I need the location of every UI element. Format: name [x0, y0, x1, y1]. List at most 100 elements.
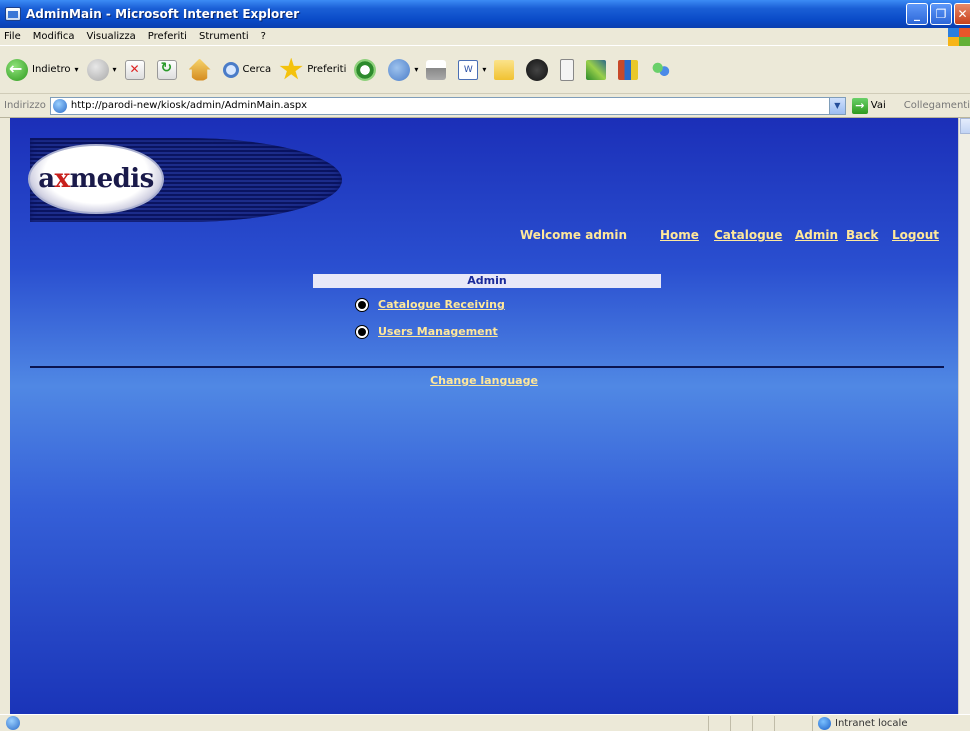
stop-button[interactable] — [124, 59, 149, 80]
security-zone: Intranet locale — [818, 717, 908, 730]
close-button[interactable]: ✕ — [954, 3, 970, 25]
toolbar: Indietro ▾ ▾ Cerca Preferiti ▾ W ▾ — [0, 46, 970, 94]
minimize-button[interactable]: _ — [906, 3, 928, 25]
search-button[interactable]: Cerca — [222, 61, 272, 78]
nav-logout-link[interactable]: Logout — [892, 228, 939, 242]
edit-button[interactable]: W ▾ — [458, 59, 486, 80]
logo-text-a: a — [38, 164, 55, 194]
window-title: AdminMain - Microsoft Internet Explorer — [26, 7, 300, 21]
catalogue-receiving-link[interactable]: Catalogue Receiving — [378, 298, 505, 311]
change-language-row: Change language — [10, 374, 958, 387]
address-label: Indirizzo — [4, 100, 46, 111]
bullet-icon — [356, 298, 368, 311]
status-pane — [752, 716, 753, 731]
restore-button[interactable]: ❐ — [930, 3, 952, 25]
axmedis-logo: axmedis — [28, 144, 164, 214]
home-button[interactable] — [188, 58, 215, 81]
status-pane — [708, 716, 709, 731]
page-icon — [52, 98, 67, 113]
go-arrow-icon: → — [851, 97, 868, 114]
refresh-icon — [156, 59, 177, 80]
status-pane — [812, 716, 813, 731]
globe-icon — [818, 717, 831, 730]
window-title-bar: AdminMain - Microsoft Internet Explorer … — [0, 0, 970, 28]
chevron-down-icon[interactable]: ▾ — [113, 65, 117, 74]
nav-back-link[interactable]: Back — [846, 228, 878, 242]
history-icon — [354, 58, 377, 81]
favorites-label: Preferiti — [307, 64, 347, 75]
menu-strumenti[interactable]: Strumenti — [199, 31, 249, 42]
links-button[interactable]: Collegamenti — [904, 100, 970, 111]
menu-help[interactable]: ? — [261, 31, 266, 42]
search-icon — [222, 61, 239, 78]
logo-text: axmedis — [38, 164, 154, 194]
folder-button[interactable] — [494, 59, 518, 80]
stop-icon — [124, 59, 145, 80]
chevron-down-icon[interactable]: ▾ — [414, 65, 418, 74]
logo-text-medis: medis — [69, 164, 155, 194]
vertical-scrollbar[interactable] — [958, 118, 970, 714]
ie-window-icon[interactable] — [5, 7, 21, 21]
go-label: Vai — [870, 100, 886, 111]
forward-button[interactable]: ▾ — [86, 58, 117, 81]
chevron-down-icon[interactable]: ▼ — [828, 97, 845, 114]
word-icon: W — [458, 59, 479, 80]
printer-icon — [426, 59, 447, 80]
back-arrow-icon — [6, 58, 28, 81]
messenger-button[interactable] — [650, 58, 676, 81]
x-circle-icon — [526, 58, 549, 81]
divider — [30, 366, 944, 368]
page-content: axmedis Welcome admin Home Catalogue Adm… — [10, 118, 958, 714]
tool-x-button[interactable] — [526, 58, 552, 81]
bullet-icon — [356, 325, 368, 338]
nav-admin-link[interactable]: Admin — [795, 228, 838, 242]
admin-section-header: Admin — [313, 274, 661, 288]
favorites-button[interactable]: Preferiti — [279, 57, 347, 82]
status-bar: Intranet locale — [0, 714, 970, 731]
address-url[interactable]: http://parodi-new/kiosk/admin/AdminMain.… — [71, 100, 307, 111]
nav-home-link[interactable]: Home — [660, 228, 699, 242]
menu-preferiti[interactable]: Preferiti — [148, 31, 187, 42]
back-button[interactable]: Indietro ▾ — [6, 58, 79, 81]
document-icon — [560, 58, 575, 81]
forward-arrow-icon — [86, 58, 109, 81]
document-button[interactable] — [560, 58, 578, 81]
nav-catalogue-link[interactable]: Catalogue — [714, 228, 782, 242]
pro-button[interactable] — [586, 59, 610, 80]
address-bar: Indirizzo http://parodi-new/kiosk/admin/… — [0, 94, 970, 118]
folder-icon — [494, 59, 515, 80]
windows-logo-icon — [948, 28, 970, 46]
chevron-down-icon[interactable]: ▾ — [75, 65, 79, 74]
address-input[interactable]: http://parodi-new/kiosk/admin/AdminMain.… — [49, 96, 846, 115]
chevron-down-icon[interactable]: ▾ — [482, 65, 486, 74]
home-icon — [188, 58, 211, 81]
refresh-button[interactable] — [156, 59, 181, 80]
pro-tool-icon — [586, 59, 607, 80]
books-button[interactable] — [618, 59, 642, 80]
users-management-link[interactable]: Users Management — [378, 325, 498, 338]
search-label: Cerca — [242, 64, 272, 75]
go-button[interactable]: → Vai — [851, 97, 886, 114]
top-navigation: Welcome admin Home Catalogue Admin Back … — [10, 228, 958, 244]
menu-bar: File Modifica Visualizza Preferiti Strum… — [0, 28, 970, 46]
window-controls: _ ❐ ✕ — [906, 3, 970, 25]
admin-item-users-management: Users Management — [356, 325, 498, 338]
books-icon — [618, 59, 639, 80]
print-button[interactable] — [426, 59, 450, 80]
menu-visualizza[interactable]: Visualizza — [87, 31, 136, 42]
mail-icon — [388, 58, 411, 81]
page-status-icon — [6, 716, 20, 730]
welcome-text: Welcome admin — [520, 228, 628, 242]
menu-file[interactable]: File — [4, 31, 21, 42]
back-label: Indietro — [32, 64, 71, 75]
menu-modifica[interactable]: Modifica — [33, 31, 75, 42]
change-language-link[interactable]: Change language — [430, 374, 538, 387]
admin-item-catalogue-receiving: Catalogue Receiving — [356, 298, 505, 311]
messenger-icon — [650, 58, 673, 81]
star-icon — [279, 57, 303, 80]
left-border — [0, 118, 10, 714]
status-pane — [730, 716, 731, 731]
mail-button[interactable]: ▾ — [388, 58, 418, 81]
zone-label: Intranet locale — [835, 718, 908, 729]
history-button[interactable] — [354, 58, 380, 81]
